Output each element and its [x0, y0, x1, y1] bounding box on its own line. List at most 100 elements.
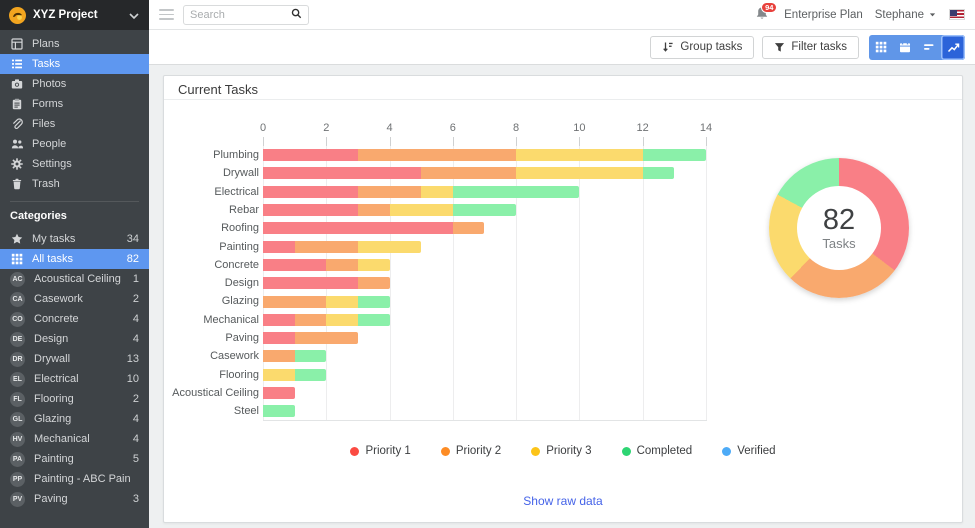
- bar-segment-priority-3[interactable]: [516, 149, 643, 161]
- bar-segment-priority-2[interactable]: [358, 186, 421, 198]
- bar-segment-completed[interactable]: [453, 186, 580, 198]
- category-item-mechanical[interactable]: HVMechanical4: [0, 429, 149, 449]
- bar-segment-completed[interactable]: [295, 350, 327, 362]
- bar-segment-priority-2[interactable]: [326, 259, 358, 271]
- notifications-button[interactable]: 94: [754, 6, 772, 24]
- category-initials-badge: PA: [10, 452, 25, 467]
- bar-segment-priority-2[interactable]: [358, 204, 390, 216]
- bar-segment-priority-3[interactable]: [358, 259, 390, 271]
- bar-segment-priority-3[interactable]: [326, 296, 358, 308]
- sidebar-item-my-tasks[interactable]: My tasks34: [0, 229, 149, 249]
- bar-segment-priority-1[interactable]: [263, 241, 295, 253]
- bar-segment-priority-1[interactable]: [263, 277, 358, 289]
- bar-segment-priority-2[interactable]: [295, 241, 358, 253]
- bar-segment-priority-2[interactable]: [295, 332, 358, 344]
- bar-segment-completed[interactable]: [643, 149, 706, 161]
- category-initials-badge: DR: [10, 352, 25, 367]
- category-item-acoustical-ceiling[interactable]: ACAcoustical Ceiling1: [0, 269, 149, 289]
- timeline-view-icon: [923, 41, 935, 53]
- stacked-bar-mechanical: [263, 314, 390, 326]
- legend-item-completed[interactable]: Completed: [622, 445, 693, 457]
- sidebar-item-people[interactable]: People: [0, 134, 149, 154]
- bar-segment-completed[interactable]: [643, 167, 675, 179]
- legend-label: Priority 2: [456, 445, 501, 457]
- chart-view-button[interactable]: [941, 35, 965, 60]
- bar-segment-priority-2[interactable]: [263, 296, 326, 308]
- sidebar-item-plans[interactable]: Plans: [0, 34, 149, 54]
- x-axis-tick: [263, 137, 264, 146]
- legend-item-priority-1[interactable]: Priority 1: [350, 445, 410, 457]
- category-item-paving[interactable]: PVPaving3: [0, 489, 149, 509]
- category-item-painting-abc-painter[interactable]: PPPainting - ABC Painter: [0, 469, 149, 489]
- timeline-view-button[interactable]: [917, 35, 941, 60]
- bar-segment-priority-1[interactable]: [263, 204, 358, 216]
- bar-segment-priority-2[interactable]: [421, 167, 516, 179]
- category-initials-badge: CA: [10, 292, 25, 307]
- legend-item-verified[interactable]: Verified: [722, 445, 775, 457]
- bar-segment-priority-1[interactable]: [263, 186, 358, 198]
- sidebar-item-forms[interactable]: Forms: [0, 94, 149, 114]
- chevron-down-icon: [128, 9, 140, 21]
- category-item-design[interactable]: DEDesign4: [0, 329, 149, 349]
- bar-segment-priority-3[interactable]: [326, 314, 358, 326]
- bar-segment-priority-3[interactable]: [516, 167, 643, 179]
- category-item-electrical[interactable]: ELElectrical10: [0, 369, 149, 389]
- hamburger-menu-icon[interactable]: [159, 9, 174, 20]
- bar-segment-completed[interactable]: [263, 405, 295, 417]
- category-item-glazing[interactable]: GLGlazing4: [0, 409, 149, 429]
- category-count: 5: [133, 453, 139, 465]
- bar-segment-priority-1[interactable]: [263, 387, 295, 399]
- category-item-concrete[interactable]: COConcrete4: [0, 309, 149, 329]
- x-axis-tick: [579, 137, 580, 146]
- language-flag-icon[interactable]: [949, 9, 965, 20]
- category-item-drywall[interactable]: DRDrywall13: [0, 349, 149, 369]
- sidebar-item-trash[interactable]: Trash: [0, 174, 149, 194]
- category-label: Acoustical Ceiling: [34, 273, 121, 285]
- bar-segment-completed[interactable]: [358, 296, 390, 308]
- bar-segment-priority-3[interactable]: [390, 204, 453, 216]
- stacked-bar-paving: [263, 332, 358, 344]
- category-item-painting[interactable]: PAPainting5: [0, 449, 149, 469]
- grid-view-button[interactable]: [869, 35, 893, 60]
- legend-item-priority-3[interactable]: Priority 3: [531, 445, 591, 457]
- chart-row-label-design: Design: [168, 274, 259, 292]
- sidebar-item-all-tasks[interactable]: All tasks82: [0, 249, 149, 269]
- show-raw-data-link[interactable]: Show raw data: [164, 494, 962, 508]
- grid-icon: [10, 253, 23, 266]
- legend-item-priority-2[interactable]: Priority 2: [441, 445, 501, 457]
- category-item-casework[interactable]: CACasework2: [0, 289, 149, 309]
- bar-segment-completed[interactable]: [358, 314, 390, 326]
- bar-segment-priority-1[interactable]: [263, 259, 326, 271]
- filter-tasks-button[interactable]: Filter tasks: [762, 36, 859, 59]
- sidebar-item-tasks[interactable]: Tasks: [0, 54, 149, 74]
- bar-segment-completed[interactable]: [453, 204, 516, 216]
- bar-segment-priority-2[interactable]: [358, 277, 390, 289]
- sort-icon: [662, 41, 674, 53]
- bar-segment-priority-2[interactable]: [453, 222, 485, 234]
- search-icon[interactable]: [291, 6, 302, 24]
- bar-segment-completed[interactable]: [295, 369, 327, 381]
- bar-segment-priority-1[interactable]: [263, 332, 295, 344]
- category-item-flooring[interactable]: FLFlooring2: [0, 389, 149, 409]
- group-tasks-button[interactable]: Group tasks: [650, 36, 754, 59]
- bar-segment-priority-2[interactable]: [295, 314, 327, 326]
- user-name: Stephane: [875, 9, 924, 21]
- bar-segment-priority-1[interactable]: [263, 222, 453, 234]
- bar-segment-priority-1[interactable]: [263, 167, 421, 179]
- bar-segment-priority-3[interactable]: [263, 369, 295, 381]
- x-axis-tick: [643, 137, 644, 146]
- calendar-view-button[interactable]: [893, 35, 917, 60]
- search-input[interactable]: [190, 9, 282, 21]
- bar-segment-priority-1[interactable]: [263, 314, 295, 326]
- bar-segment-priority-1[interactable]: [263, 149, 358, 161]
- bar-segment-priority-3[interactable]: [421, 186, 453, 198]
- user-menu[interactable]: Stephane: [875, 9, 937, 21]
- bar-segment-priority-3[interactable]: [358, 241, 421, 253]
- bar-segment-priority-2[interactable]: [263, 350, 295, 362]
- bar-segment-priority-2[interactable]: [358, 149, 516, 161]
- sidebar-item-settings[interactable]: Settings: [0, 154, 149, 174]
- sidebar-item-photos[interactable]: Photos: [0, 74, 149, 94]
- sidebar-item-files[interactable]: Files: [0, 114, 149, 134]
- project-switcher[interactable]: XYZ Project: [0, 0, 149, 30]
- gridline: [706, 146, 707, 420]
